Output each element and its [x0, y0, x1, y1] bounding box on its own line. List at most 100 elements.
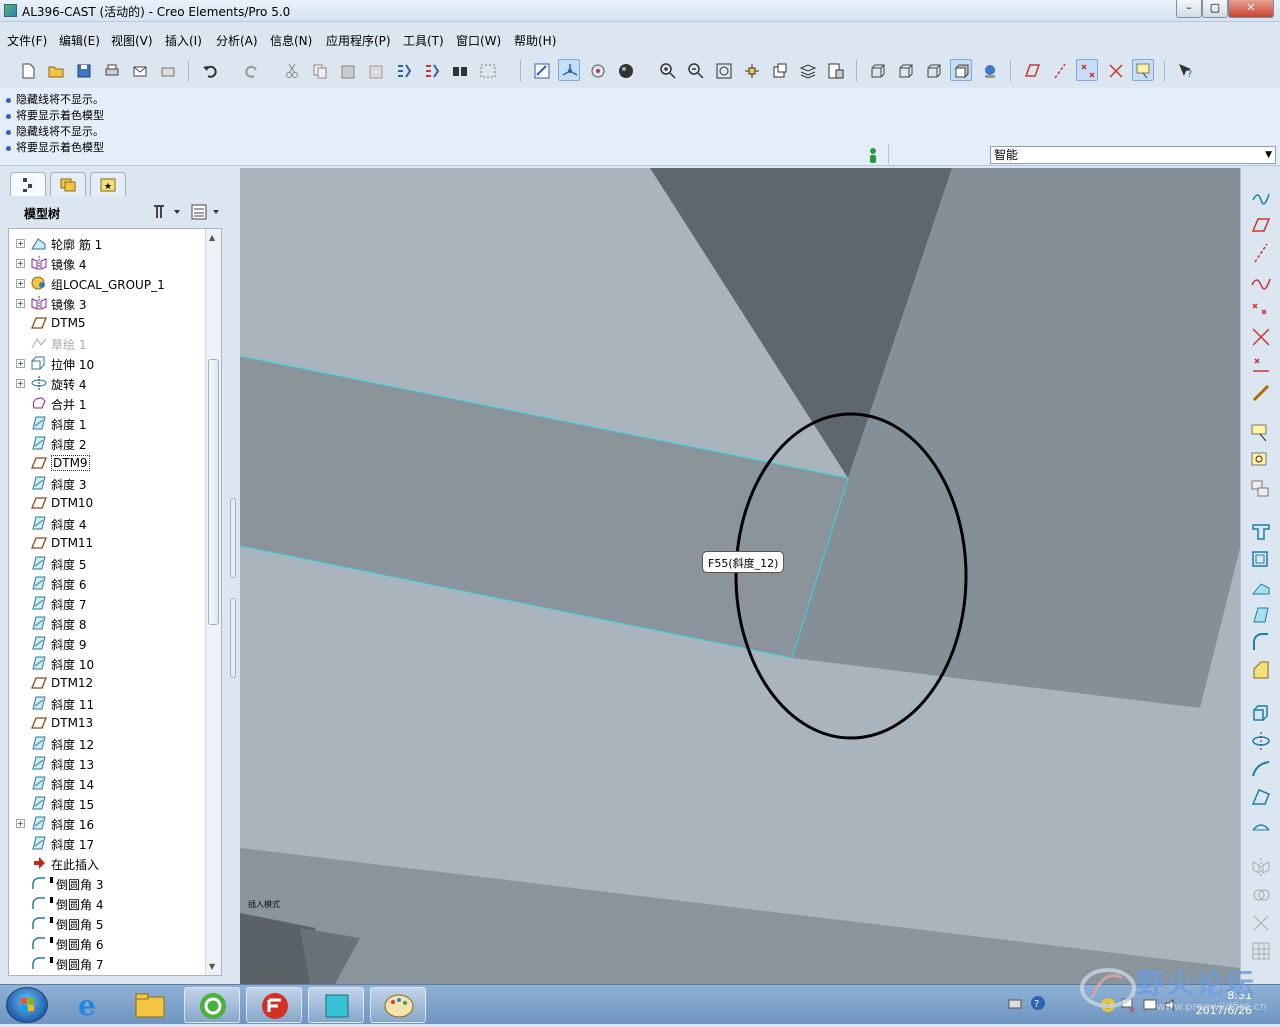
datum-points-toggle-icon[interactable] — [1076, 59, 1098, 81]
reorient-icon[interactable] — [740, 59, 762, 81]
layers-icon[interactable] — [796, 59, 818, 81]
draft-tool-icon[interactable] — [1250, 604, 1272, 626]
menu-edit[interactable]: 编辑(E) — [59, 32, 100, 49]
tab-model-tree[interactable] — [10, 172, 46, 196]
tree-item[interactable]: 在此插入 — [9, 853, 205, 873]
tree-item[interactable]: 斜度 5 — [9, 553, 205, 573]
refit-icon[interactable] — [712, 59, 734, 81]
tree-item[interactable]: 倒圆角 6 — [9, 933, 205, 953]
repaint-icon[interactable] — [530, 59, 552, 81]
tree-item[interactable]: + 旋转 4 — [9, 373, 205, 393]
maximize-button[interactable]: ▢ — [1202, 0, 1228, 18]
tree-item[interactable]: + 镜像 4 — [9, 253, 205, 273]
new-file-icon[interactable] — [16, 59, 38, 81]
menu-analysis[interactable]: 分析(A) — [216, 32, 258, 49]
sweep-tool-icon[interactable] — [1250, 758, 1272, 780]
expand-icon[interactable]: + — [16, 299, 25, 308]
tree-item[interactable]: + 拉伸 10 — [9, 353, 205, 373]
tree-item[interactable]: 斜度 11 — [9, 693, 205, 713]
tree-item[interactable]: 斜度 2 — [9, 433, 205, 453]
tree-item[interactable]: + 轮廓 筋 1 — [9, 233, 205, 253]
tree-item[interactable]: 斜度 14 — [9, 773, 205, 793]
select-box-icon[interactable] — [476, 59, 498, 81]
tree-item[interactable]: 倒圆角 5 — [9, 913, 205, 933]
tree-item[interactable]: 倒圆角 4 — [9, 893, 205, 913]
analysis-feature-icon[interactable] — [1250, 354, 1272, 376]
view-manager-icon[interactable] — [824, 59, 846, 81]
copy-icon[interactable] — [308, 59, 330, 81]
sketch-datum-curve-icon[interactable] — [1250, 186, 1272, 208]
tree-item[interactable]: + 斜度 16 — [9, 813, 205, 833]
tree-scroll-thumb[interactable] — [208, 359, 219, 625]
send-mail-icon[interactable] — [128, 59, 150, 81]
spin-center-icon[interactable] — [558, 59, 580, 81]
menu-view[interactable]: 视图(V) — [111, 32, 153, 49]
tree-item[interactable]: DTM12 — [9, 673, 205, 693]
appearance-sphere-icon[interactable] — [614, 59, 636, 81]
gear-icon[interactable] — [1250, 450, 1272, 472]
menu-info[interactable]: 信息(N) — [270, 32, 312, 49]
shell-tool-icon[interactable] — [1250, 548, 1272, 570]
keyboard-icon[interactable] — [1008, 997, 1022, 1011]
tree-item[interactable]: DTM9 — [9, 453, 205, 473]
scroll-down-icon[interactable]: ▼ — [209, 962, 215, 971]
shading-icon[interactable] — [950, 59, 972, 81]
360-browser-icon[interactable] — [184, 987, 240, 1023]
tree-item[interactable]: 倒圆角 7 — [9, 953, 205, 973]
tree-item[interactable]: 斜度 13 — [9, 753, 205, 773]
expand-icon[interactable]: + — [16, 819, 25, 828]
merge-tool-icon[interactable] — [1250, 884, 1272, 906]
tree-item[interactable]: 斜度 12 — [9, 733, 205, 753]
chamfer-tool-icon[interactable] — [1250, 660, 1272, 682]
tree-item[interactable]: 合并 1 — [9, 393, 205, 413]
no-hidden-icon[interactable] — [922, 59, 944, 81]
paint-app-icon[interactable] — [370, 987, 426, 1023]
tree-item[interactable]: 斜度 3 — [9, 473, 205, 493]
tree-item[interactable]: 斜度 8 — [9, 613, 205, 633]
send-link-icon[interactable] — [156, 59, 178, 81]
scroll-up-icon[interactable]: ▲ — [209, 233, 215, 242]
tree-scrollbar[interactable]: ▲ ▼ — [205, 229, 221, 975]
datum-planes-toggle-icon[interactable] — [1020, 59, 1042, 81]
tree-item[interactable]: 草绘 1 — [9, 333, 205, 353]
mirror-tool-icon[interactable] — [1250, 856, 1272, 878]
foxit-reader-icon[interactable] — [246, 987, 302, 1023]
tree-settings-icon[interactable] — [150, 202, 184, 222]
regenerate-icon[interactable] — [392, 59, 414, 81]
pane-splitter[interactable] — [226, 198, 240, 978]
annotation-feature-icon[interactable] — [1250, 422, 1272, 444]
tree-item[interactable]: 斜度 1 — [9, 413, 205, 433]
tree-item[interactable]: + 组LOCAL_GROUP_1 — [9, 273, 205, 293]
datum-plane-tool-icon[interactable] — [1250, 214, 1272, 236]
menu-help[interactable]: 帮助(H) — [514, 32, 556, 49]
chain-link-icon[interactable] — [1250, 382, 1272, 404]
datum-point-tool-icon[interactable] — [1250, 298, 1272, 320]
file-explorer-icon[interactable] — [122, 987, 178, 1023]
datum-axis-tool-icon[interactable] — [1250, 242, 1272, 264]
context-help-icon[interactable]: ? — [1174, 59, 1196, 81]
expand-icon[interactable]: + — [16, 379, 25, 388]
tree-item[interactable]: DTM10 — [9, 493, 205, 513]
tree-item[interactable]: 斜度 17 — [9, 833, 205, 853]
paste-icon[interactable] — [336, 59, 358, 81]
tree-item[interactable]: 斜度 4 — [9, 513, 205, 533]
tree-item[interactable]: + 镜像 3 — [9, 293, 205, 313]
expand-icon[interactable]: + — [16, 259, 25, 268]
tree-item[interactable]: 斜度 6 — [9, 573, 205, 593]
revolve-tool-icon[interactable] — [1250, 730, 1272, 752]
menu-applications[interactable]: 应用程序(P) — [326, 32, 391, 49]
paste-special-icon[interactable] — [364, 59, 386, 81]
hidden-line-icon[interactable] — [894, 59, 916, 81]
undo-icon[interactable] — [198, 59, 220, 81]
saved-views-icon[interactable] — [768, 59, 790, 81]
datum-curve-tool-icon[interactable] — [1250, 270, 1272, 292]
tab-folder-browser[interactable] — [50, 172, 86, 196]
datum-axes-toggle-icon[interactable] — [1048, 59, 1070, 81]
extrude-tool-icon[interactable] — [1250, 702, 1272, 724]
selection-filter-select[interactable]: 智能 ▼ — [990, 146, 1276, 164]
copy-geometry-icon[interactable] — [1250, 478, 1272, 500]
tree-columns-icon[interactable] — [190, 202, 224, 222]
tree-item[interactable]: DTM11 — [9, 533, 205, 553]
graphics-viewport[interactable]: F55(斜度_12) 插入模式 — [240, 168, 1240, 984]
tab-favorites[interactable]: ★ — [90, 172, 126, 196]
